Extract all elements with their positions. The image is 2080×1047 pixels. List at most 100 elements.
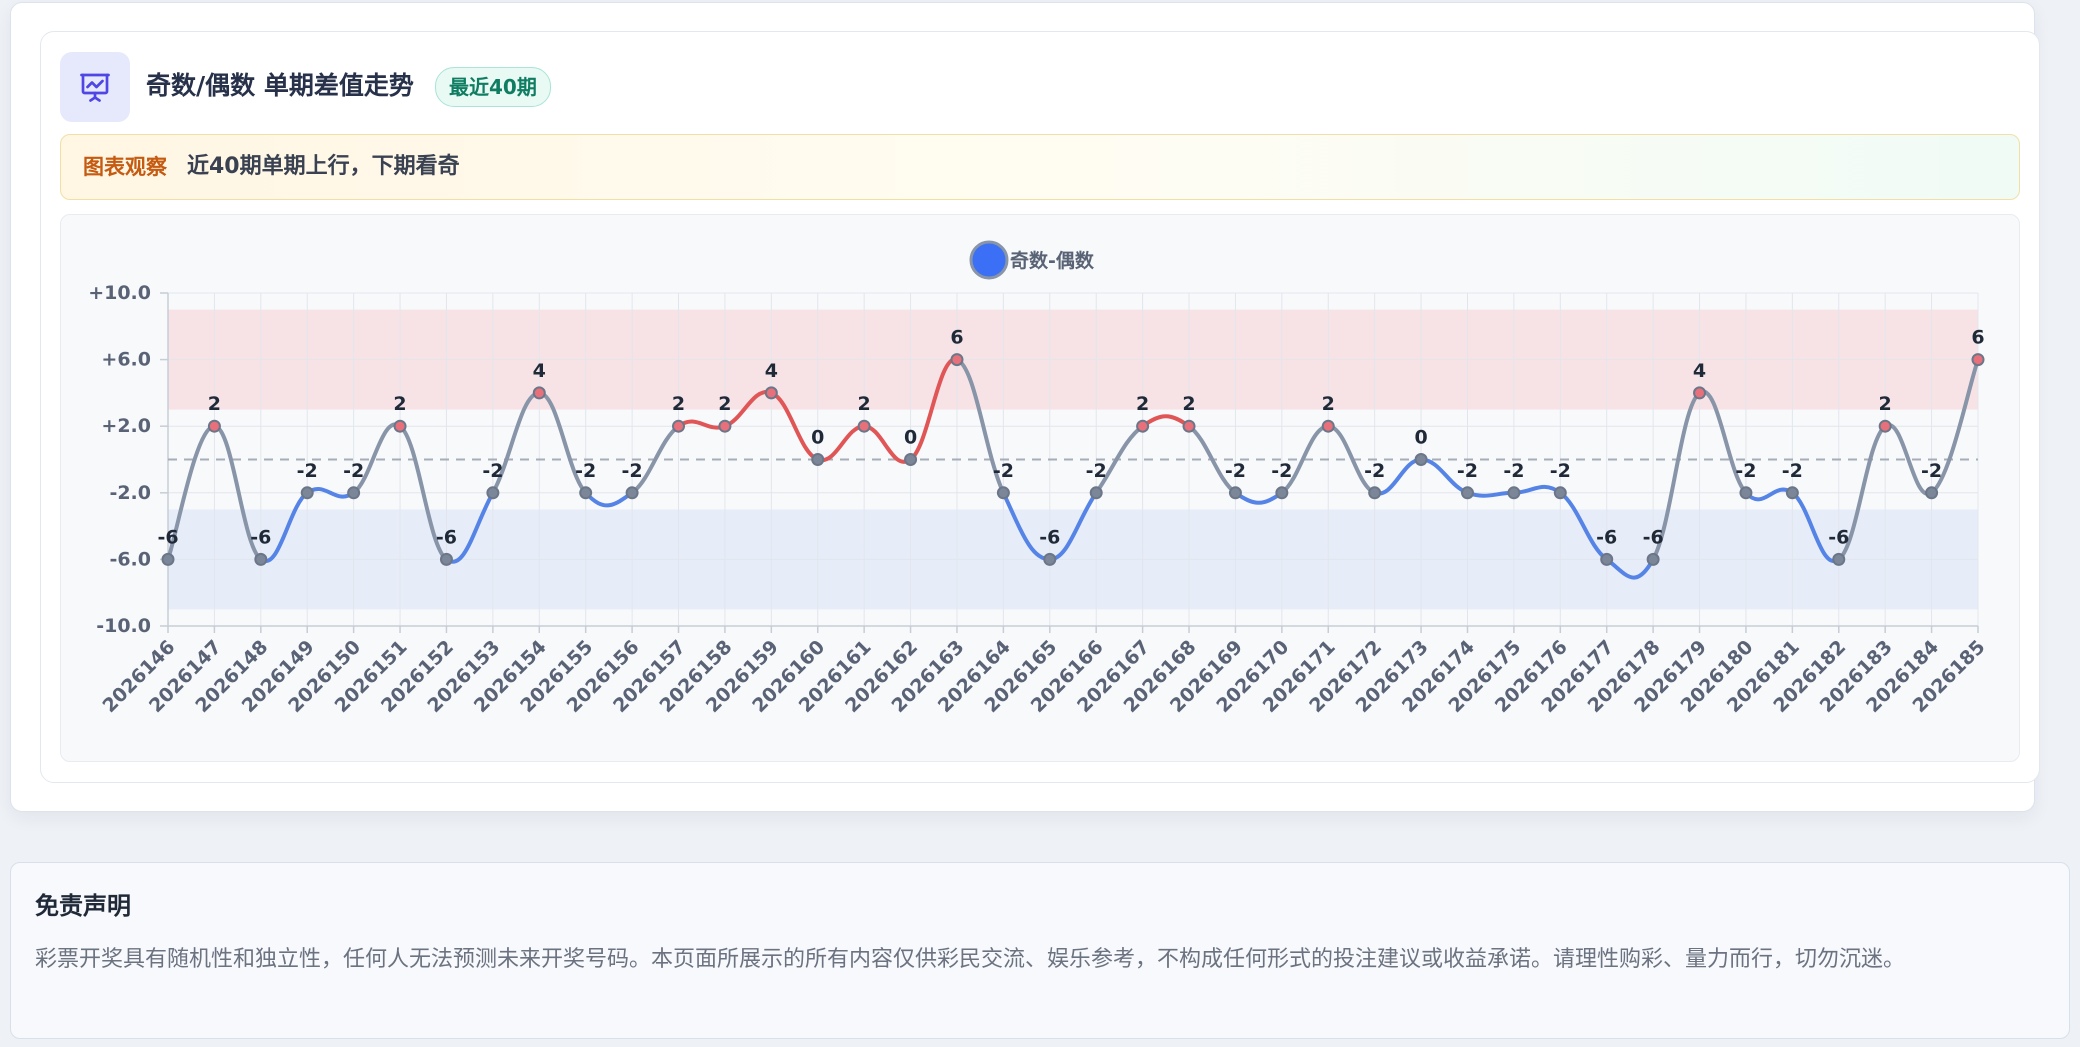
data-label: 2 bbox=[393, 393, 406, 415]
observation-label: 图表观察 bbox=[83, 155, 167, 179]
data-label: -6 bbox=[1828, 526, 1849, 548]
data-point bbox=[1228, 486, 1242, 500]
series-line-segment bbox=[1511, 484, 1563, 495]
data-point bbox=[1925, 486, 1939, 500]
data-point bbox=[718, 419, 732, 433]
data-label: -6 bbox=[1643, 526, 1664, 548]
data-point bbox=[254, 552, 268, 566]
chart-title: 奇数/偶数 单期差值走势 bbox=[146, 71, 414, 100]
data-point bbox=[439, 552, 453, 566]
data-point bbox=[1878, 419, 1892, 433]
series-line-segment bbox=[1743, 487, 1795, 502]
disclaimer-panel: 免责声明 彩票开奖具有随机性和独立性，任何人无法预测未来开奖号码。本页面所展示的… bbox=[10, 862, 2070, 1039]
data-point bbox=[1600, 552, 1614, 566]
data-label: -2 bbox=[622, 460, 643, 482]
data-label: 2 bbox=[208, 393, 221, 415]
data-point bbox=[486, 486, 500, 500]
data-point bbox=[1368, 486, 1382, 500]
series-line-segment bbox=[583, 490, 635, 508]
observation-box: 图表观察 近40期单期上行，下期看奇 bbox=[60, 134, 2020, 200]
chart-area: +10.0 +6.0 +2.0 -2.0 -6.0 -10.0 -6 2 -6 -2 -2 2 -6 -2… bbox=[60, 214, 2020, 762]
presentation-chart-icon bbox=[60, 52, 130, 122]
data-label: -2 bbox=[1921, 460, 1942, 482]
legend-label: 奇数-偶数 bbox=[1010, 249, 1095, 272]
data-point bbox=[393, 419, 407, 433]
data-label: -2 bbox=[1271, 460, 1292, 482]
data-point bbox=[1832, 552, 1846, 566]
data-label: -2 bbox=[1364, 460, 1385, 482]
data-label: 2 bbox=[1879, 393, 1892, 415]
data-point bbox=[347, 486, 361, 500]
data-point bbox=[161, 552, 175, 566]
data-label: -2 bbox=[1086, 460, 1107, 482]
data-point bbox=[1553, 486, 1567, 500]
data-label: -6 bbox=[1039, 526, 1060, 548]
legend-marker bbox=[969, 240, 1009, 280]
data-label: -2 bbox=[482, 460, 503, 482]
data-point bbox=[532, 386, 546, 400]
y-tick-label: +10.0 bbox=[88, 282, 151, 304]
data-point bbox=[1785, 486, 1799, 500]
y-tick-label: -6.0 bbox=[109, 548, 151, 570]
data-label: 0 bbox=[904, 427, 917, 449]
data-point bbox=[1089, 486, 1103, 500]
data-label: 2 bbox=[1322, 393, 1335, 415]
data-point bbox=[300, 486, 314, 500]
data-point bbox=[1739, 486, 1753, 500]
data-label: -2 bbox=[1782, 460, 1803, 482]
y-tick-label: +2.0 bbox=[101, 415, 151, 437]
disclaimer-title: 免责声明 bbox=[35, 892, 131, 920]
data-label: 2 bbox=[672, 393, 685, 415]
data-label: 4 bbox=[765, 360, 778, 382]
data-label: 0 bbox=[1414, 427, 1427, 449]
data-label: 2 bbox=[718, 393, 731, 415]
data-label: -2 bbox=[1503, 460, 1524, 482]
observation-text: 近40期单期上行，下期看奇 bbox=[187, 154, 460, 179]
data-label: 0 bbox=[811, 427, 824, 449]
data-point bbox=[764, 386, 778, 400]
data-label: -2 bbox=[297, 460, 318, 482]
data-point bbox=[1460, 486, 1474, 500]
data-label: -6 bbox=[250, 526, 271, 548]
data-point bbox=[1321, 419, 1335, 433]
data-label: -2 bbox=[343, 460, 364, 482]
y-tick-label: +6.0 bbox=[101, 349, 151, 371]
data-point bbox=[625, 486, 639, 500]
data-point bbox=[1507, 486, 1521, 500]
data-label: -6 bbox=[157, 526, 178, 548]
data-point bbox=[1043, 552, 1057, 566]
data-label: 2 bbox=[1136, 393, 1149, 415]
data-label: -2 bbox=[993, 460, 1014, 482]
data-point bbox=[672, 419, 686, 433]
disclaimer-text: 彩票开奖具有随机性和独立性，任何人无法预测未来开奖号码。本页面所展示的所有内容仅… bbox=[35, 947, 1906, 972]
data-label: -6 bbox=[436, 526, 457, 548]
data-label: 2 bbox=[858, 393, 871, 415]
data-label: 6 bbox=[1971, 327, 1984, 349]
data-label: -2 bbox=[575, 460, 596, 482]
data-label: -6 bbox=[1596, 526, 1617, 548]
series-line-segment bbox=[1233, 490, 1284, 505]
data-label: -2 bbox=[1225, 460, 1246, 482]
data-point bbox=[1693, 386, 1707, 400]
data-label: 4 bbox=[1693, 360, 1706, 382]
data-point bbox=[950, 353, 964, 367]
data-label: 4 bbox=[533, 360, 546, 382]
data-point bbox=[811, 453, 825, 466]
data-point bbox=[1971, 353, 1985, 367]
data-point bbox=[1136, 419, 1150, 433]
data-label: -2 bbox=[1457, 460, 1478, 482]
data-point bbox=[579, 486, 593, 500]
odd-even-trend-chart: +10.0 +6.0 +2.0 -2.0 -6.0 -10.0 -6 2 -6 -2 -2 2 -6 -2… bbox=[88, 240, 1990, 717]
data-point bbox=[1646, 552, 1660, 566]
data-label: -2 bbox=[1550, 460, 1571, 482]
data-point bbox=[1414, 453, 1428, 466]
data-point bbox=[996, 486, 1010, 500]
data-point bbox=[207, 419, 221, 433]
data-point bbox=[1182, 419, 1196, 433]
series-line-segment bbox=[1140, 414, 1192, 429]
y-tick-label: -2.0 bbox=[109, 482, 151, 504]
data-point bbox=[1275, 486, 1289, 500]
data-label: -2 bbox=[1735, 460, 1756, 482]
period-badge: 最近40期 bbox=[435, 67, 551, 107]
data-point bbox=[857, 419, 871, 433]
